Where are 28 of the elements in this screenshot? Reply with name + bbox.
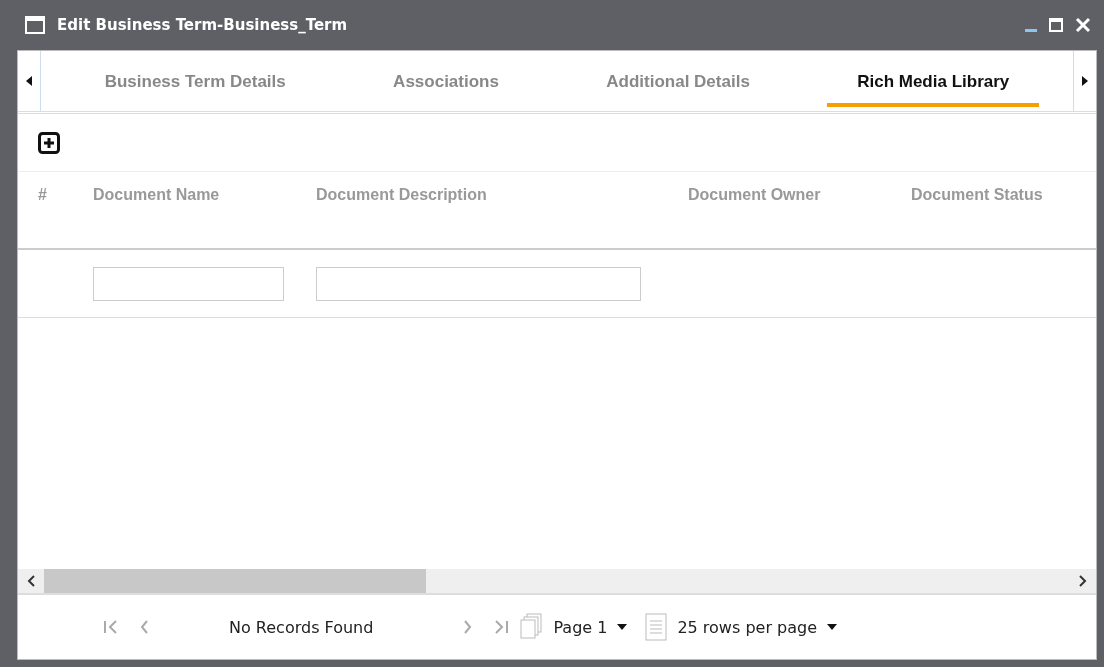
column-header: Document Description bbox=[316, 186, 488, 204]
close-icon[interactable] bbox=[1075, 17, 1091, 33]
scroll-left-icon[interactable] bbox=[27, 575, 35, 587]
scroll-right-icon[interactable] bbox=[1082, 76, 1088, 86]
caret-icon[interactable] bbox=[827, 624, 837, 630]
column-header: Document Name bbox=[93, 186, 221, 204]
column-header: Document Owner bbox=[688, 186, 822, 204]
column-header: # bbox=[37, 186, 48, 204]
scroll-left-icon[interactable] bbox=[26, 76, 32, 86]
maximize-icon[interactable] bbox=[1049, 18, 1063, 32]
tab[interactable]: Additional Details bbox=[576, 51, 780, 107]
document-icon bbox=[645, 613, 668, 641]
pages-icon bbox=[519, 613, 544, 641]
filter-input[interactable] bbox=[93, 266, 284, 301]
scroll-right-icon[interactable] bbox=[1079, 575, 1087, 587]
scrollbar-thumb[interactable] bbox=[44, 569, 426, 593]
caret-icon[interactable] bbox=[617, 624, 628, 630]
records-status: No Records Found bbox=[229, 617, 374, 637]
filter-input[interactable] bbox=[316, 266, 641, 301]
window-title: Edit Business Term-Business_Term bbox=[57, 16, 349, 34]
page-selector[interactable]: Page 1 bbox=[553, 617, 608, 637]
rows-per-page-selector[interactable]: 25 rows per page bbox=[677, 617, 817, 637]
column-header: Document Status bbox=[911, 186, 1044, 204]
window-icon bbox=[25, 16, 45, 34]
add-icon[interactable] bbox=[38, 131, 60, 154]
tab[interactable]: Business Term Details bbox=[74, 51, 316, 107]
tab[interactable]: Associations bbox=[363, 51, 529, 107]
tab[interactable]: Rich Media Library bbox=[827, 51, 1040, 107]
